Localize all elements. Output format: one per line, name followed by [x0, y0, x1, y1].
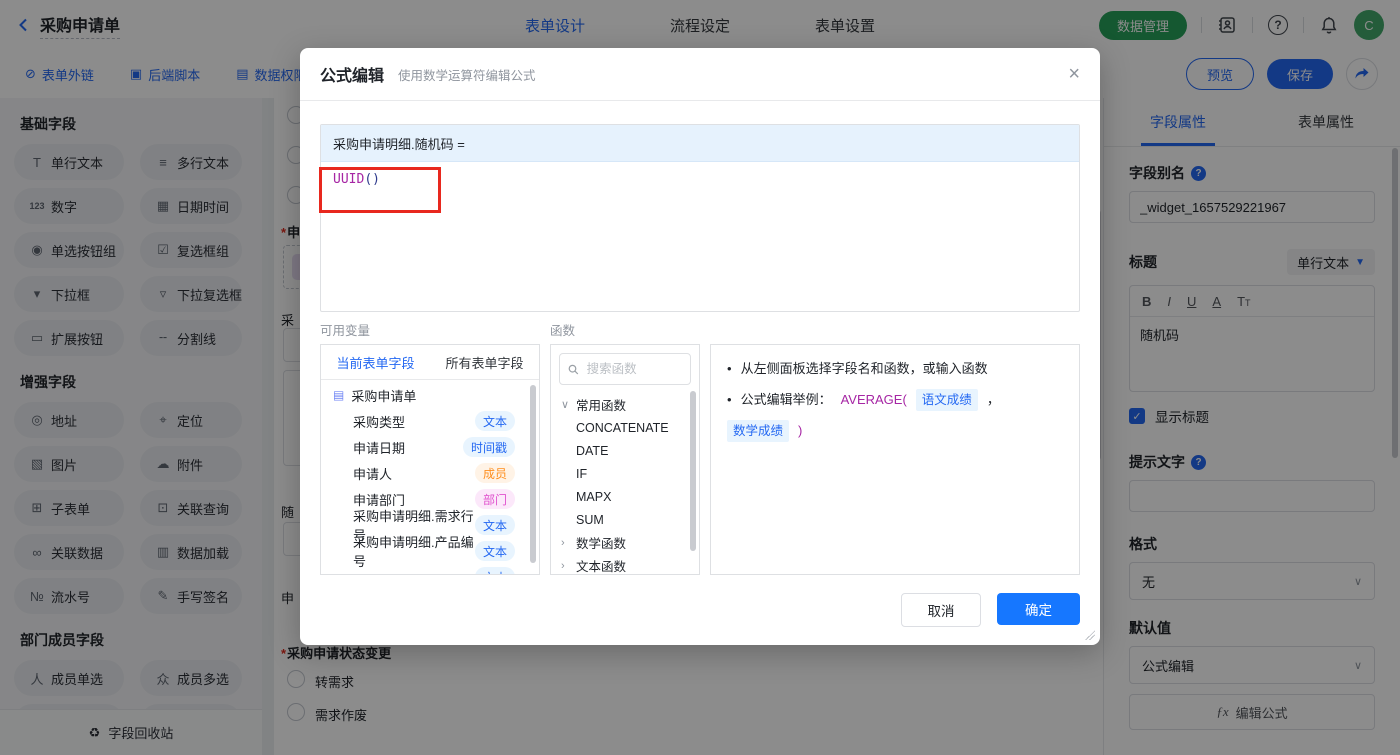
variables-panel: 当前表单字段 所有表单字段 ▤ 采购申请单 采购类型 文本 申请日期 时间戳 申请人成…: [320, 344, 540, 575]
bullet-icon: •: [727, 392, 732, 407]
type-tag: 文本: [474, 541, 515, 561]
functions-label: 函数: [550, 324, 576, 338]
search-icon: [568, 364, 579, 374]
variables-scrollbar[interactable]: [530, 385, 536, 563]
tab-all-form-fields[interactable]: 所有表单字段: [430, 345, 539, 379]
dialog-title: 公式编辑: [320, 68, 385, 85]
example-field-chip: 语文成绩: [915, 389, 978, 411]
type-tag: 部门: [474, 489, 515, 509]
function-item[interactable]: MAPX: [551, 485, 699, 508]
tab-current-form-fields[interactable]: 当前表单字段: [321, 345, 430, 379]
function-group-math[interactable]: › 数学函数: [551, 531, 699, 554]
type-tag: 文本: [474, 411, 515, 431]
close-icon[interactable]: ×: [1068, 64, 1080, 84]
formula-edit-dialog: 公式编辑 使用数学运算符编辑公式 × 采购申请明细.随机码 = UUID() 可…: [300, 48, 1100, 645]
function-item[interactable]: CONCATENATE: [551, 416, 699, 439]
example-field-chip: 数学成绩: [727, 420, 790, 442]
caret-collapsed-icon: ›: [561, 559, 565, 572]
variable-row[interactable]: 申请日期 时间戳: [321, 434, 539, 460]
document-icon: ▤: [333, 388, 345, 402]
confirm-button[interactable]: 确定: [997, 593, 1080, 625]
help-panel: • 从左侧面板选择字段名和函数，或输入函数 • 公式编辑举例： AVERAGE( 语文成…: [710, 344, 1080, 575]
tree-root-form[interactable]: ▤ 采购申请单: [321, 382, 539, 408]
function-item[interactable]: IF: [551, 462, 699, 485]
variables-label: 可用变量: [320, 324, 371, 338]
type-tag: 时间戳: [462, 437, 515, 457]
dialog-subtitle: 使用数学运算符编辑公式: [398, 68, 536, 83]
function-search: [559, 353, 691, 385]
function-group-text[interactable]: › 文本函数: [551, 554, 699, 575]
type-tag: 文本: [474, 515, 515, 535]
variable-row[interactable]: 采购类型 文本: [321, 408, 539, 434]
variable-row[interactable]: 采购申请明细.产品编号 文本: [321, 535, 539, 569]
functions-panel: ∨常用函数 CONCATENATE DATE IF MAPX SUM ›数学函数…: [550, 344, 700, 575]
formula-target-label: 采购申请明细.随机码 =: [321, 125, 1079, 162]
type-tag: 成员: [474, 463, 515, 483]
resize-handle[interactable]: [1085, 630, 1095, 640]
functions-scrollbar[interactable]: [690, 391, 696, 551]
caret-collapsed-icon: ›: [561, 536, 565, 549]
help-line-2: 公式编辑举例：: [740, 392, 832, 407]
help-line-1: 从左侧面板选择字段名和函数，或输入函数: [740, 361, 988, 376]
function-item[interactable]: SUM: [551, 508, 699, 531]
annotation-highlight-box: [319, 167, 441, 213]
function-group-common[interactable]: ∨ 常用函数: [551, 393, 699, 416]
cancel-button[interactable]: 取消: [901, 593, 981, 627]
formula-editor: 采购申请明细.随机码 = UUID(): [320, 124, 1080, 312]
variable-row[interactable]: 申请人 成员: [321, 460, 539, 486]
function-item[interactable]: DATE: [551, 439, 699, 462]
type-tag: 文本: [474, 567, 515, 574]
example-function-token: AVERAGE(: [840, 392, 907, 407]
caret-expanded-icon: ∨: [561, 399, 570, 411]
bullet-icon: •: [727, 361, 732, 376]
function-search-input[interactable]: [584, 361, 682, 377]
